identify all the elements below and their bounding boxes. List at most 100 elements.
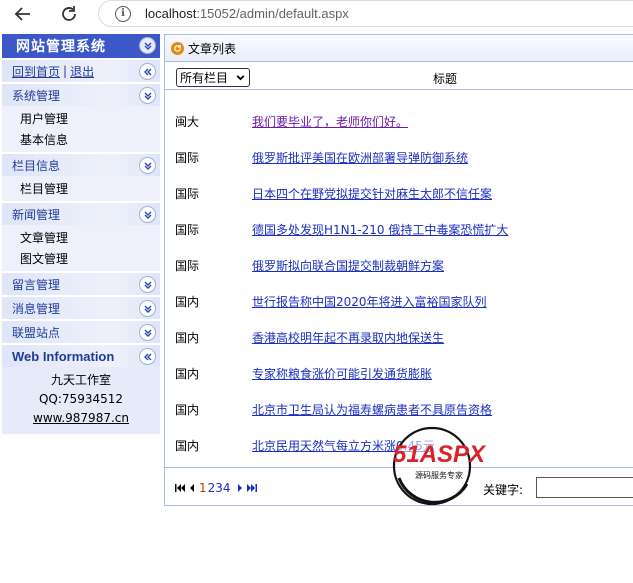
info-icon[interactable]: i xyxy=(115,5,131,22)
home-link[interactable]: 回到首页 xyxy=(12,63,60,80)
row-title-link[interactable]: 德国多处发现H1N1-210 俄持工中毒案恐慌扩大 xyxy=(252,221,508,238)
collapse-home-button[interactable] xyxy=(139,63,156,80)
section-system: 系统管理 用户管理 基本信息 xyxy=(2,82,160,152)
row-title-link[interactable]: 北京市卫生局认为福寿螺病患者不具原告资格 xyxy=(252,401,492,418)
section-header[interactable]: 系统管理 xyxy=(2,84,160,106)
page-link-2[interactable]: 2 xyxy=(208,481,216,495)
row-category: 国内 xyxy=(175,403,200,417)
reload-button[interactable] xyxy=(58,3,80,25)
sidebar-item-user-management[interactable]: 用户管理 xyxy=(20,108,160,129)
row-category: 国内 xyxy=(175,295,200,309)
section-header[interactable]: Web Information xyxy=(2,345,160,367)
section-notices: 消息管理 xyxy=(2,295,160,319)
row-title-link[interactable]: 我们要毕业了，老师你们好。 xyxy=(252,113,408,130)
table-row: 国际 日本四个在野党拟提交针对麻生太郎不信任案 xyxy=(165,175,633,211)
section-header[interactable]: 消息管理 xyxy=(2,297,160,319)
table-row: 国内 专家称粮食涨价可能引发通货膨胀 xyxy=(165,355,633,391)
sidebar-item-column-management[interactable]: 栏目管理 xyxy=(20,178,160,199)
row-category: 国内 xyxy=(175,367,200,381)
sidebar-item-basic-info[interactable]: 基本信息 xyxy=(20,129,160,150)
website-link[interactable]: www.987987.cn xyxy=(2,409,160,428)
section-toggle[interactable] xyxy=(139,206,156,223)
section-messages: 留言管理 xyxy=(2,271,160,295)
chevron-down-icon xyxy=(236,75,245,81)
table-row: 国内 香港高校明年起不再录取内地保送生 xyxy=(165,319,633,355)
row-title-link[interactable]: 香港高校明年起不再录取内地保送生 xyxy=(252,329,444,346)
first-page-icon[interactable] xyxy=(174,482,186,494)
row-category: 国际 xyxy=(175,223,200,237)
section-header[interactable]: 留言管理 xyxy=(2,273,160,295)
watermark-brand: 51ASPX xyxy=(393,441,487,468)
row-title-link[interactable]: 俄罗斯拟向联合国提交制裁朝鲜方案 xyxy=(252,257,444,274)
keyword-search-input[interactable] xyxy=(536,477,633,498)
row-category: 闽大 xyxy=(175,115,200,129)
watermark-tagline: 源码服务专家 xyxy=(415,470,463,480)
sidebar-item-article-management[interactable]: 文章管理 xyxy=(20,227,160,248)
collapse-all-button[interactable] xyxy=(139,37,156,54)
table-row: 国际 德国多处发现H1N1-210 俄持工中毒案恐慌扩大 xyxy=(165,211,633,247)
row-category: 国际 xyxy=(175,187,200,201)
row-category: 国际 xyxy=(175,151,200,165)
section-toggle[interactable] xyxy=(139,324,156,341)
reload-icon xyxy=(62,6,76,21)
pagination: 1 2 3 4 xyxy=(174,481,258,495)
current-page: 1 xyxy=(199,481,207,495)
watermark-logo: 51ASPX 源码服务专家 xyxy=(392,426,487,506)
table-row: 闽大 我们要毕业了，老师你们好。 xyxy=(165,103,633,139)
logout-link[interactable]: 退出 xyxy=(70,63,94,80)
row-category: 国际 xyxy=(175,259,200,273)
arrow-left-icon xyxy=(14,7,30,21)
table-row: 国际 俄罗斯拟向联合国提交制裁朝鲜方案 xyxy=(165,247,633,283)
page-link-4[interactable]: 4 xyxy=(223,481,231,495)
row-title-link[interactable]: 俄罗斯批评美国在欧洲部署导弹防御系统 xyxy=(252,149,468,166)
page-link-3[interactable]: 3 xyxy=(215,481,223,495)
panel-title: 文章列表 xyxy=(188,41,237,56)
section-toggle[interactable] xyxy=(139,276,156,293)
column-header-title: 标题 xyxy=(433,72,458,86)
section-alliance: 联盟站点 xyxy=(2,319,160,343)
category-select[interactable]: 所有栏目 xyxy=(176,68,250,87)
double-chevron-down-icon xyxy=(144,42,151,50)
url-text: localhost:15052/admin/default.aspx xyxy=(145,6,349,21)
studio-name: 九天工作室 xyxy=(50,373,111,387)
section-header[interactable]: 联盟站点 xyxy=(2,321,160,343)
double-chevron-down-icon xyxy=(144,211,151,219)
double-chevron-down-icon xyxy=(144,281,151,289)
section-news: 新闻管理 文章管理 图文管理 xyxy=(2,201,160,271)
double-chevron-down-icon xyxy=(144,305,151,313)
row-title-link[interactable]: 世行报告称中国2020年将进入富裕国家队列 xyxy=(252,293,487,310)
browser-toolbar: i localhost:15052/admin/default.aspx xyxy=(0,0,633,28)
row-title-link[interactable]: 专家称粮食涨价可能引发通货膨胀 xyxy=(252,365,432,382)
table-row: 国际 俄罗斯批评美国在欧洲部署导弹防御系统 xyxy=(165,139,633,175)
prev-page-icon[interactable] xyxy=(186,482,198,494)
last-page-icon[interactable] xyxy=(246,482,258,494)
row-title-link[interactable]: 日本四个在野党拟提交针对麻生太郎不信任案 xyxy=(252,185,492,202)
section-header[interactable]: 新闻管理 xyxy=(2,203,160,225)
next-page-icon[interactable] xyxy=(234,482,246,494)
row-category: 国内 xyxy=(175,439,200,453)
section-toggle[interactable] xyxy=(139,348,156,365)
refresh-icon xyxy=(171,41,184,55)
double-chevron-down-icon xyxy=(144,329,151,337)
sidebar: 网站管理系统 回到首页 | 退出 系统管理 用户管理 基本信息 栏目信息 栏目管… xyxy=(2,34,160,434)
table-row: 国内 世行报告称中国2020年将进入富裕国家队列 xyxy=(165,283,633,319)
double-chevron-down-icon xyxy=(144,162,151,170)
sidebar-title: 网站管理系统 xyxy=(2,34,160,58)
table-header: 所有栏目 标题 xyxy=(165,62,633,90)
section-toggle[interactable] xyxy=(139,87,156,104)
section-column: 栏目信息 栏目管理 xyxy=(2,152,160,201)
row-category: 国内 xyxy=(175,331,200,345)
double-chevron-left-icon xyxy=(143,68,151,75)
section-toggle[interactable] xyxy=(139,157,156,174)
address-bar[interactable]: i localhost:15052/admin/default.aspx xyxy=(98,0,633,27)
back-button[interactable] xyxy=(12,3,34,25)
section-toggle[interactable] xyxy=(139,300,156,317)
article-rows: 闽大 我们要毕业了，老师你们好。 国际 俄罗斯批评美国在欧洲部署导弹防御系统 国… xyxy=(165,103,633,463)
qq-number: QQ:75934512 xyxy=(38,392,123,406)
home-section: 回到首页 | 退出 xyxy=(2,58,160,82)
sidebar-item-image-article-management[interactable]: 图文管理 xyxy=(20,248,160,269)
panel-title-bar: 文章列表 xyxy=(165,35,633,62)
double-chevron-left-icon xyxy=(143,353,151,360)
web-information-panel: Web Information 九天工作室 QQ:75934512 www.98… xyxy=(2,343,160,434)
section-header[interactable]: 栏目信息 xyxy=(2,154,160,176)
